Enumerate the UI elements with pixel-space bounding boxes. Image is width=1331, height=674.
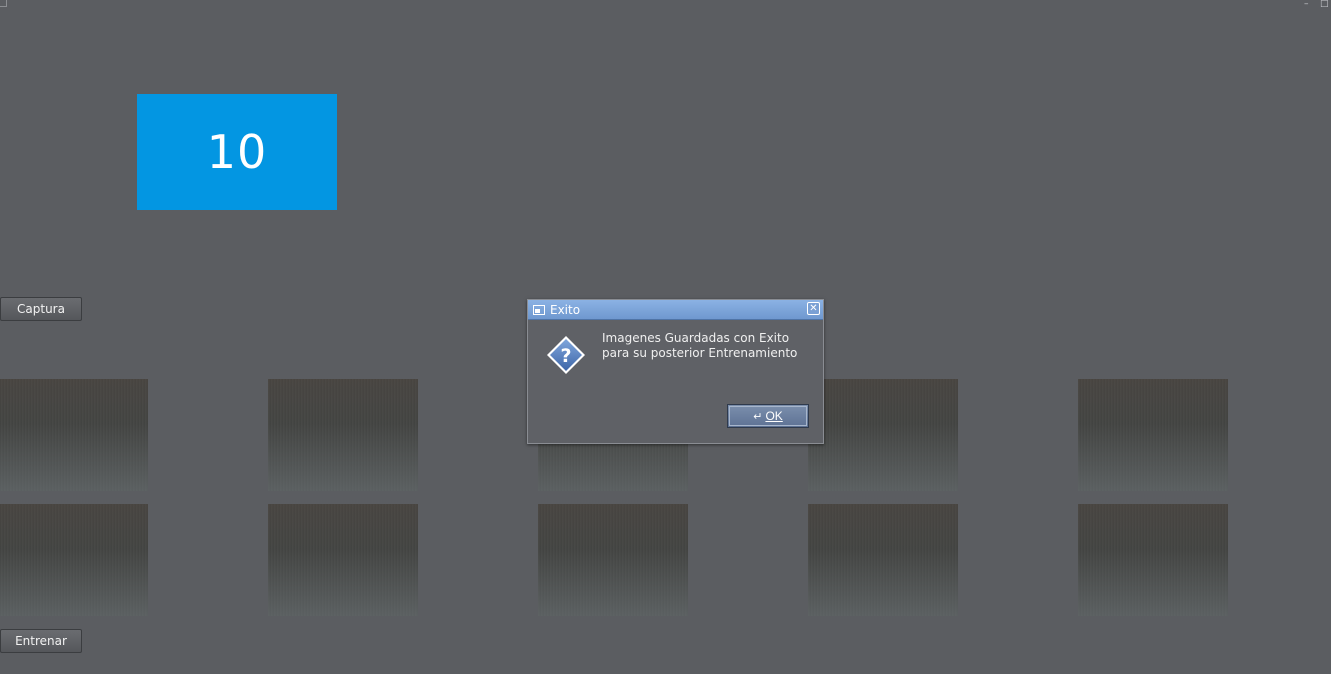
dialog-titlebar[interactable]: Exito ✕	[528, 300, 823, 320]
success-dialog: Exito ✕ ? Imagenes Guardadas con Exito p…	[527, 299, 824, 444]
close-icon[interactable]: ✕	[807, 302, 820, 315]
window-corner-handle	[0, 0, 7, 7]
captured-image-thumbnail	[268, 504, 418, 616]
window-icon	[533, 304, 545, 315]
maximize-icon[interactable]: □	[1320, 0, 1329, 9]
captured-image-thumbnail	[1078, 379, 1228, 491]
ok-button-label: OK	[765, 409, 783, 423]
captured-image-thumbnail	[538, 504, 688, 616]
dialog-title: Exito	[550, 302, 581, 317]
train-button[interactable]: Entrenar	[0, 629, 82, 653]
question-icon: ?	[547, 336, 585, 374]
captured-image-thumbnail	[0, 504, 148, 616]
captured-image-thumbnail	[0, 379, 148, 491]
captured-image-thumbnail	[808, 504, 958, 616]
minimize-icon[interactable]: –	[1304, 0, 1309, 9]
capture-button[interactable]: Captura	[0, 297, 82, 321]
capture-counter: 10	[137, 94, 337, 210]
captured-image-thumbnail	[268, 379, 418, 491]
dialog-message: Imagenes Guardadas con Exito para su pos…	[602, 331, 798, 360]
enter-icon: ↵	[753, 410, 763, 423]
captured-image-thumbnail	[1078, 504, 1228, 616]
svg-text:?: ?	[560, 345, 571, 367]
captured-image-thumbnail	[808, 379, 958, 491]
ok-button[interactable]: ↵ OK	[727, 404, 809, 428]
